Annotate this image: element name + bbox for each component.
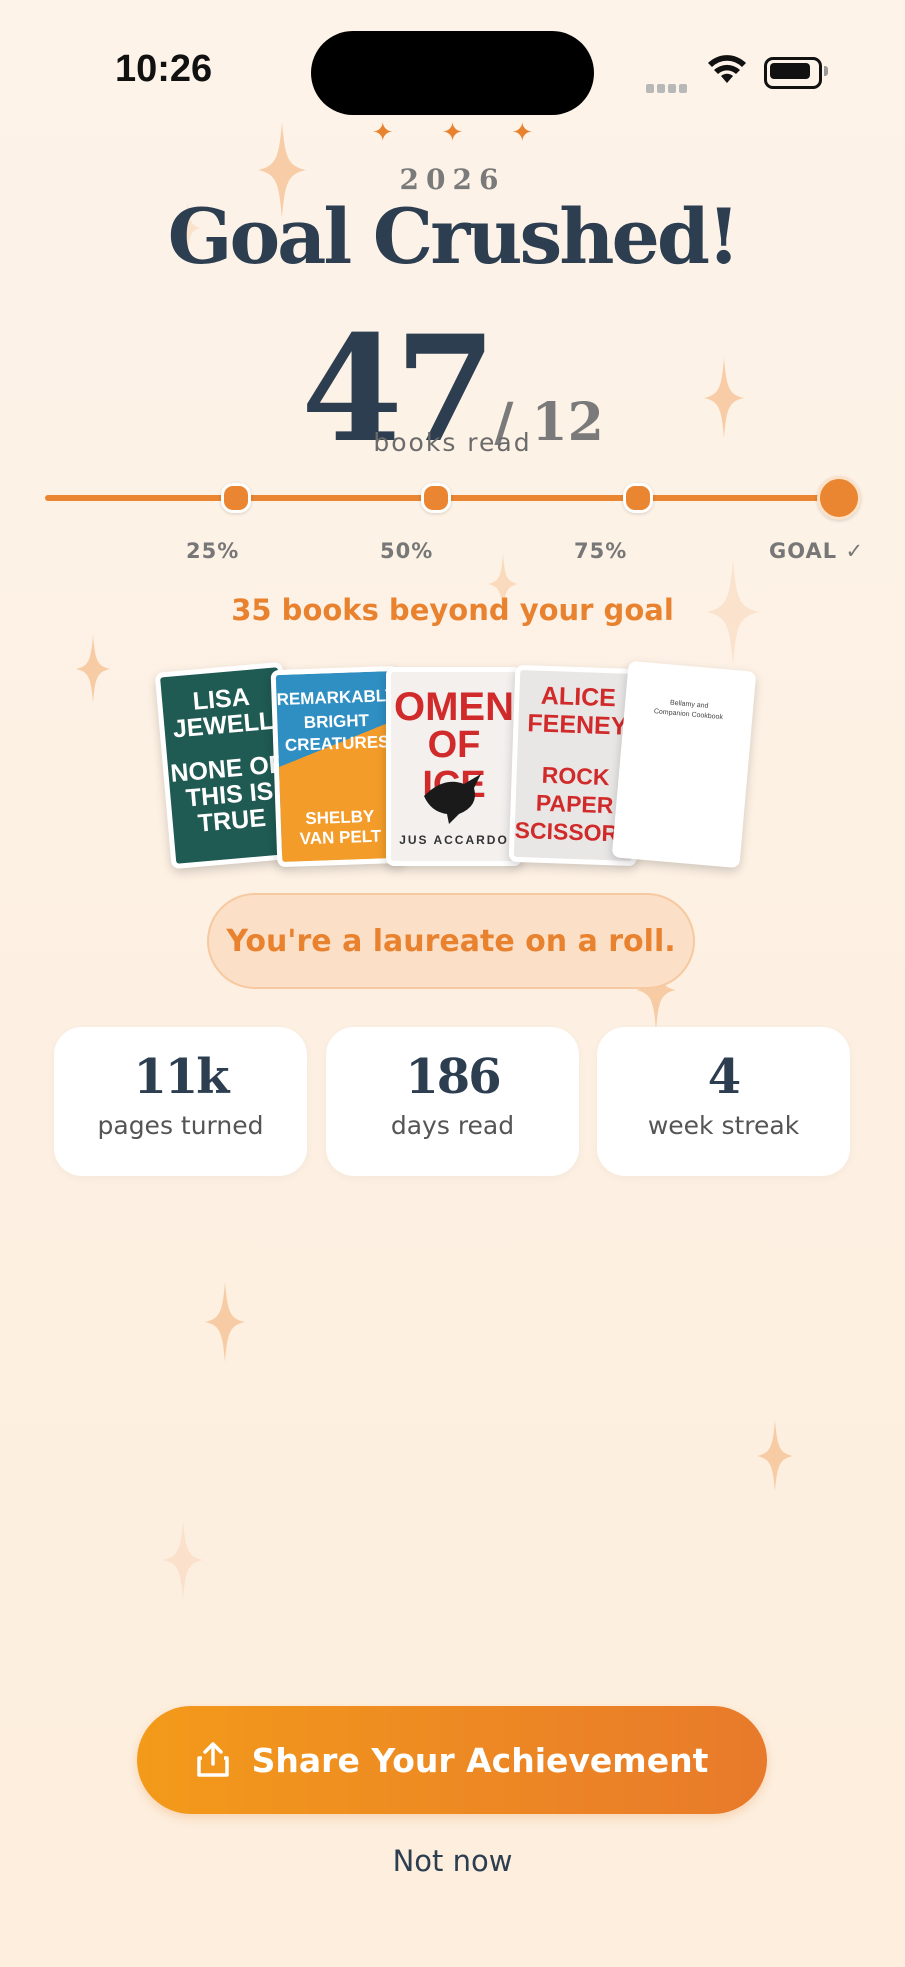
- share-achievement-button[interactable]: Share Your Achievement: [137, 1706, 767, 1814]
- not-now-button[interactable]: Not now: [0, 1844, 905, 1878]
- book-cover: OMEN OF ICE JUS ACCARDO: [386, 667, 522, 866]
- status-bar-time: 10:26: [115, 48, 213, 90]
- battery-tip: [824, 66, 828, 76]
- sparkle-decoration: [757, 1420, 793, 1492]
- battery-icon: [764, 57, 822, 89]
- stat-label: days read: [390, 1111, 515, 1140]
- milestone-label-50: 50%: [380, 539, 434, 563]
- stat-value: 4: [707, 1049, 741, 1105]
- share-icon: [196, 1742, 229, 1777]
- sparkle-decoration: [76, 634, 110, 704]
- achievement-badge: You're a laureate on a roll.: [207, 893, 695, 989]
- cellular-signal-icon: [646, 78, 690, 97]
- book-title-line: REMARKABLY: [276, 685, 397, 710]
- book-title-line: BRIGHT: [303, 710, 370, 733]
- stat-value: 186: [405, 1049, 501, 1105]
- stat-label: pages turned: [97, 1111, 264, 1140]
- milestone-dot-50: [421, 483, 451, 513]
- milestone-dot-goal: [817, 476, 861, 520]
- milestone-label-75: 75%: [574, 539, 628, 563]
- books-read-label: books read: [373, 428, 532, 457]
- stat-card-streak: 4 week streak: [597, 1027, 850, 1176]
- dynamic-island: [311, 31, 594, 115]
- share-button-label: Share Your Achievement: [251, 1740, 709, 1780]
- sparkle-decoration: [163, 1520, 203, 1600]
- stat-value: 11k: [133, 1049, 229, 1105]
- celebration-stars: ✦✦✦: [371, 118, 582, 148]
- sparkle-decoration: [205, 1282, 245, 1362]
- book-title-line: ALICE: [540, 681, 617, 713]
- page-title: Goal Crushed!: [167, 192, 741, 281]
- book-title-line: SHELBY: [304, 806, 375, 829]
- wifi-icon: [707, 55, 747, 89]
- milestone-dot-75: [623, 483, 653, 513]
- book-title-line: CREATURES: [284, 732, 390, 755]
- milestone-dot-25: [221, 483, 251, 513]
- stat-card-pages: 11k pages turned: [54, 1027, 307, 1176]
- beyond-goal-text: 35 books beyond your goal: [231, 593, 674, 627]
- book-cover: Bellamy and Companion Cookbook: [611, 660, 757, 869]
- stat-card-days: 186 days read: [326, 1027, 579, 1176]
- milestone-label-goal: GOAL ✓: [769, 539, 865, 563]
- book-title-line: JUS ACCARDO: [399, 833, 509, 847]
- book-title-line: FEENEY: [526, 709, 628, 741]
- stat-label: week streak: [647, 1111, 800, 1140]
- book-title-line: OMEN: [394, 685, 514, 729]
- milestone-label-25: 25%: [186, 539, 240, 563]
- goal-progress-track: [45, 476, 861, 520]
- raven-icon: [424, 774, 481, 824]
- book-title-line: VAN PELT: [299, 826, 382, 849]
